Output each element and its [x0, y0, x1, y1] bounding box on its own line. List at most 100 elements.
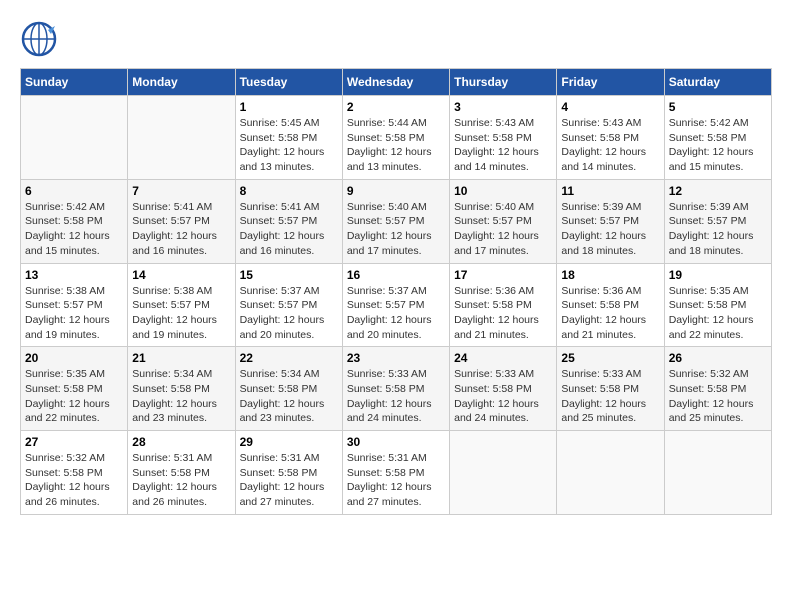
day-info: Sunrise: 5:40 AMSunset: 5:57 PMDaylight:…	[454, 200, 552, 259]
day-number: 27	[25, 435, 123, 449]
calendar-week-1: 1 Sunrise: 5:45 AMSunset: 5:58 PMDaylight…	[21, 96, 772, 180]
calendar-cell: 13 Sunrise: 5:38 AMSunset: 5:57 PMDayligh…	[21, 263, 128, 347]
day-info: Sunrise: 5:39 AMSunset: 5:57 PMDaylight:…	[669, 200, 767, 259]
day-info: Sunrise: 5:40 AMSunset: 5:57 PMDaylight:…	[347, 200, 445, 259]
day-number: 21	[132, 351, 230, 365]
calendar-cell: 17 Sunrise: 5:36 AMSunset: 5:58 PMDayligh…	[450, 263, 557, 347]
calendar-cell	[557, 431, 664, 515]
calendar-week-4: 20 Sunrise: 5:35 AMSunset: 5:58 PMDayligh…	[21, 347, 772, 431]
calendar-cell	[664, 431, 771, 515]
day-number: 10	[454, 184, 552, 198]
calendar-header-row: SundayMondayTuesdayWednesdayThursdayFrid…	[21, 69, 772, 96]
logo	[20, 20, 60, 58]
calendar-cell: 15 Sunrise: 5:37 AMSunset: 5:57 PMDayligh…	[235, 263, 342, 347]
day-number: 13	[25, 268, 123, 282]
day-number: 26	[669, 351, 767, 365]
calendar-cell: 29 Sunrise: 5:31 AMSunset: 5:58 PMDayligh…	[235, 431, 342, 515]
calendar-table: SundayMondayTuesdayWednesdayThursdayFrid…	[20, 68, 772, 515]
page-header	[20, 20, 772, 58]
day-info: Sunrise: 5:44 AMSunset: 5:58 PMDaylight:…	[347, 116, 445, 175]
day-info: Sunrise: 5:45 AMSunset: 5:58 PMDaylight:…	[240, 116, 338, 175]
calendar-cell: 1 Sunrise: 5:45 AMSunset: 5:58 PMDaylight…	[235, 96, 342, 180]
weekday-header-wednesday: Wednesday	[342, 69, 449, 96]
day-info: Sunrise: 5:31 AMSunset: 5:58 PMDaylight:…	[132, 451, 230, 510]
day-number: 5	[669, 100, 767, 114]
day-number: 14	[132, 268, 230, 282]
day-info: Sunrise: 5:32 AMSunset: 5:58 PMDaylight:…	[669, 367, 767, 426]
calendar-cell: 26 Sunrise: 5:32 AMSunset: 5:58 PMDayligh…	[664, 347, 771, 431]
day-number: 20	[25, 351, 123, 365]
calendar-cell: 19 Sunrise: 5:35 AMSunset: 5:58 PMDayligh…	[664, 263, 771, 347]
calendar-cell: 18 Sunrise: 5:36 AMSunset: 5:58 PMDayligh…	[557, 263, 664, 347]
day-info: Sunrise: 5:43 AMSunset: 5:58 PMDaylight:…	[561, 116, 659, 175]
calendar-cell	[21, 96, 128, 180]
weekday-header-monday: Monday	[128, 69, 235, 96]
day-info: Sunrise: 5:38 AMSunset: 5:57 PMDaylight:…	[25, 284, 123, 343]
day-number: 4	[561, 100, 659, 114]
day-number: 28	[132, 435, 230, 449]
calendar-cell: 30 Sunrise: 5:31 AMSunset: 5:58 PMDayligh…	[342, 431, 449, 515]
calendar-cell: 23Sunrise: 5:33 AMSunset: 5:58 PMDayligh…	[342, 347, 449, 431]
calendar-cell: 21 Sunrise: 5:34 AMSunset: 5:58 PMDayligh…	[128, 347, 235, 431]
day-number: 22	[240, 351, 338, 365]
calendar-cell: 7 Sunrise: 5:41 AMSunset: 5:57 PMDaylight…	[128, 179, 235, 263]
calendar-cell: 2Sunrise: 5:44 AMSunset: 5:58 PMDaylight…	[342, 96, 449, 180]
day-info: Sunrise: 5:36 AMSunset: 5:58 PMDaylight:…	[454, 284, 552, 343]
weekday-header-sunday: Sunday	[21, 69, 128, 96]
calendar-cell	[450, 431, 557, 515]
calendar-cell: 10 Sunrise: 5:40 AMSunset: 5:57 PMDayligh…	[450, 179, 557, 263]
calendar-cell: 22 Sunrise: 5:34 AMSunset: 5:58 PMDayligh…	[235, 347, 342, 431]
day-info: Sunrise: 5:31 AMSunset: 5:58 PMDaylight:…	[347, 451, 445, 510]
day-info: Sunrise: 5:37 AMSunset: 5:57 PMDaylight:…	[347, 284, 445, 343]
day-number: 11	[561, 184, 659, 198]
calendar-cell: 6 Sunrise: 5:42 AMSunset: 5:58 PMDaylight…	[21, 179, 128, 263]
day-number: 25	[561, 351, 659, 365]
day-number: 24	[454, 351, 552, 365]
day-info: Sunrise: 5:33 AMSunset: 5:58 PMDaylight:…	[454, 367, 552, 426]
day-info: Sunrise: 5:41 AMSunset: 5:57 PMDaylight:…	[240, 200, 338, 259]
calendar-cell: 27 Sunrise: 5:32 AMSunset: 5:58 PMDayligh…	[21, 431, 128, 515]
day-info: Sunrise: 5:38 AMSunset: 5:57 PMDaylight:…	[132, 284, 230, 343]
day-number: 16	[347, 268, 445, 282]
calendar-week-3: 13 Sunrise: 5:38 AMSunset: 5:57 PMDayligh…	[21, 263, 772, 347]
day-number: 9	[347, 184, 445, 198]
calendar-week-2: 6 Sunrise: 5:42 AMSunset: 5:58 PMDaylight…	[21, 179, 772, 263]
day-number: 8	[240, 184, 338, 198]
day-number: 23	[347, 351, 445, 365]
day-info: Sunrise: 5:35 AMSunset: 5:58 PMDaylight:…	[669, 284, 767, 343]
day-number: 7	[132, 184, 230, 198]
day-info: Sunrise: 5:41 AMSunset: 5:57 PMDaylight:…	[132, 200, 230, 259]
calendar-cell: 28 Sunrise: 5:31 AMSunset: 5:58 PMDayligh…	[128, 431, 235, 515]
day-number: 30	[347, 435, 445, 449]
day-info: Sunrise: 5:35 AMSunset: 5:58 PMDaylight:…	[25, 367, 123, 426]
weekday-header-saturday: Saturday	[664, 69, 771, 96]
day-number: 1	[240, 100, 338, 114]
day-number: 12	[669, 184, 767, 198]
calendar-cell: 3Sunrise: 5:43 AMSunset: 5:58 PMDaylight…	[450, 96, 557, 180]
calendar-cell: 14 Sunrise: 5:38 AMSunset: 5:57 PMDayligh…	[128, 263, 235, 347]
day-number: 17	[454, 268, 552, 282]
day-info: Sunrise: 5:43 AMSunset: 5:58 PMDaylight:…	[454, 116, 552, 175]
day-info: Sunrise: 5:37 AMSunset: 5:57 PMDaylight:…	[240, 284, 338, 343]
calendar-cell: 8 Sunrise: 5:41 AMSunset: 5:57 PMDaylight…	[235, 179, 342, 263]
day-number: 6	[25, 184, 123, 198]
day-info: Sunrise: 5:34 AMSunset: 5:58 PMDaylight:…	[240, 367, 338, 426]
day-info: Sunrise: 5:36 AMSunset: 5:58 PMDaylight:…	[561, 284, 659, 343]
weekday-header-tuesday: Tuesday	[235, 69, 342, 96]
day-info: Sunrise: 5:42 AMSunset: 5:58 PMDaylight:…	[25, 200, 123, 259]
day-info: Sunrise: 5:32 AMSunset: 5:58 PMDaylight:…	[25, 451, 123, 510]
calendar-cell: 5 Sunrise: 5:42 AMSunset: 5:58 PMDaylight…	[664, 96, 771, 180]
day-number: 15	[240, 268, 338, 282]
day-info: Sunrise: 5:39 AMSunset: 5:57 PMDaylight:…	[561, 200, 659, 259]
day-number: 29	[240, 435, 338, 449]
day-number: 18	[561, 268, 659, 282]
calendar-cell: 16 Sunrise: 5:37 AMSunset: 5:57 PMDayligh…	[342, 263, 449, 347]
calendar-cell: 9 Sunrise: 5:40 AMSunset: 5:57 PMDaylight…	[342, 179, 449, 263]
day-number: 19	[669, 268, 767, 282]
weekday-header-friday: Friday	[557, 69, 664, 96]
day-info: Sunrise: 5:31 AMSunset: 5:58 PMDaylight:…	[240, 451, 338, 510]
day-info: Sunrise: 5:42 AMSunset: 5:58 PMDaylight:…	[669, 116, 767, 175]
calendar-cell: 12 Sunrise: 5:39 AMSunset: 5:57 PMDayligh…	[664, 179, 771, 263]
calendar-week-5: 27 Sunrise: 5:32 AMSunset: 5:58 PMDayligh…	[21, 431, 772, 515]
day-info: Sunrise: 5:34 AMSunset: 5:58 PMDaylight:…	[132, 367, 230, 426]
